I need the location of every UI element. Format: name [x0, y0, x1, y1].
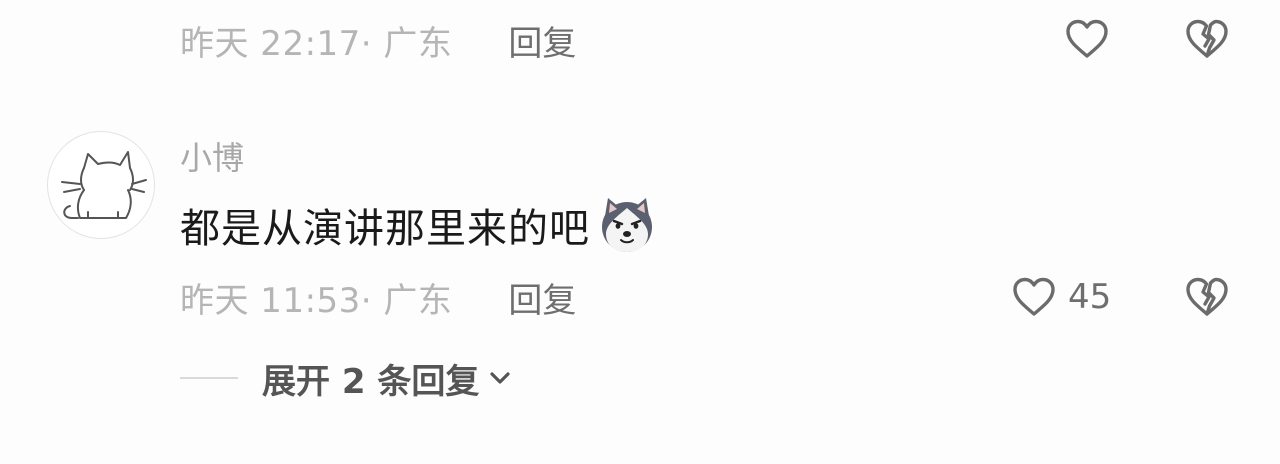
heart-outline-icon: [1066, 19, 1108, 58]
expand-replies-label: 展开 2 条回复: [262, 361, 480, 402]
heart-outline-icon: [1013, 277, 1055, 316]
previous-comment-dislike-button[interactable]: [1183, 15, 1231, 63]
previous-comment-reply-button[interactable]: 回复: [508, 16, 576, 65]
cat-sketch-avatar-icon: [61, 151, 147, 219]
comment-meta-row: 昨天 11:53· 广东 回复: [180, 272, 576, 322]
comment-text: 都是从演讲那里来的吧: [180, 206, 590, 252]
previous-comment-timestamp-location: 昨天 22:17· 广东: [180, 23, 453, 64]
husky-dog-emoji-icon: [602, 198, 652, 252]
comment-like-button[interactable]: 45: [1010, 273, 1111, 321]
previous-comment-meta-row: 昨天 22:17· 广东 回复: [180, 15, 576, 65]
comment-like-count: 45: [1068, 277, 1112, 317]
broken-heart-icon: [1186, 19, 1228, 58]
comment-reply-button[interactable]: 回复: [508, 273, 576, 322]
comment-body: 都是从演讲那里来的吧: [180, 194, 658, 256]
expand-replies-button[interactable]: 展开 2 条回复: [180, 352, 513, 404]
previous-comment-like-button[interactable]: [1063, 15, 1111, 63]
comment-username[interactable]: 小博: [180, 133, 244, 179]
comment-dislike-button[interactable]: [1183, 273, 1231, 321]
chevron-down-icon: [490, 372, 510, 384]
comment-timestamp-location: 昨天 11:53· 广东: [180, 280, 453, 321]
broken-heart-icon: [1186, 277, 1228, 316]
avatar[interactable]: [47, 131, 155, 239]
expand-replies-divider: [180, 377, 238, 379]
